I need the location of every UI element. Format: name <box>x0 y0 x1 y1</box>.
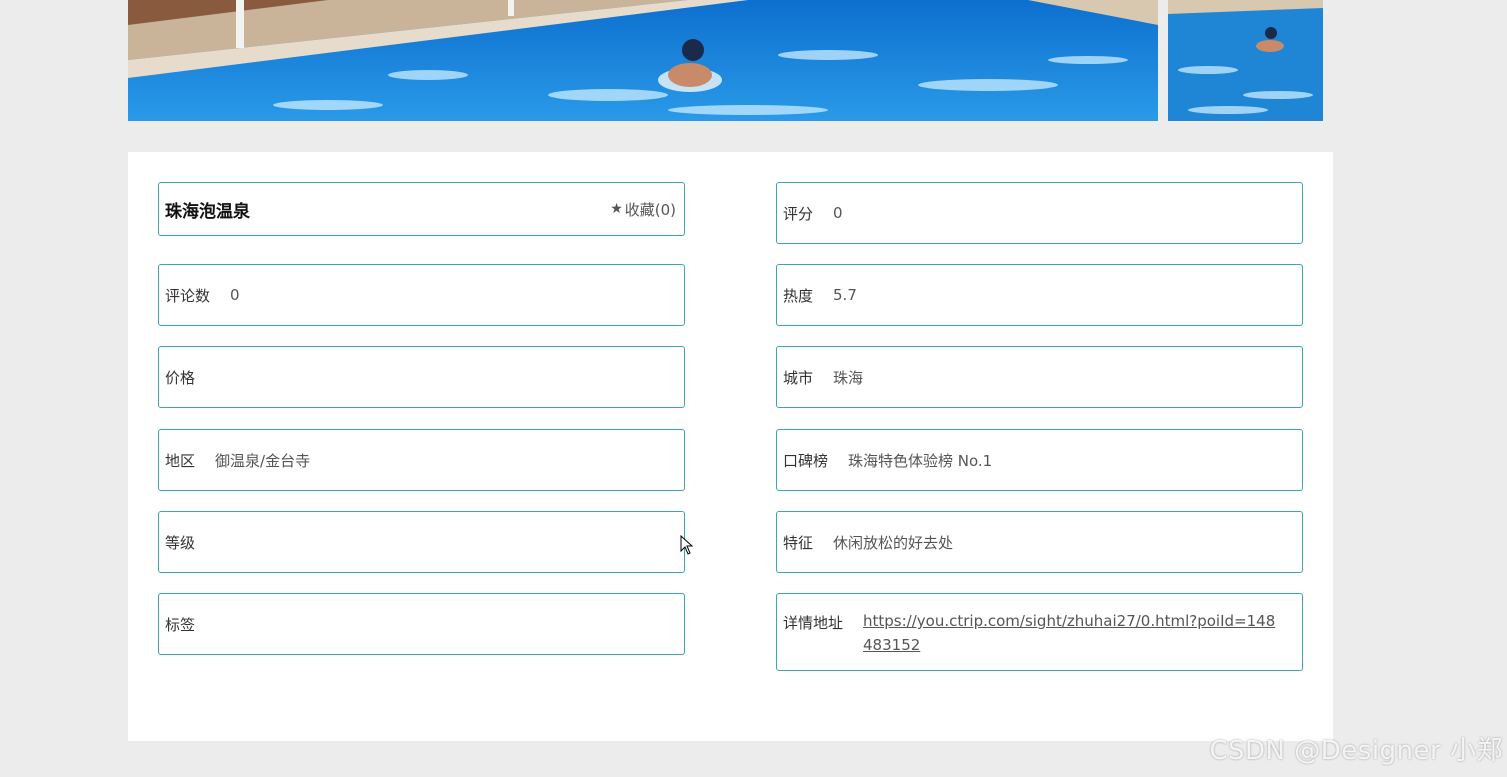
field-comment-count: 评论数 0 <box>158 264 685 326</box>
field-value: 休闲放松的好去处 <box>833 533 954 552</box>
field-label: 详情地址 <box>783 614 844 632</box>
field-district: 地区 御温泉/金台寺 <box>158 429 685 491</box>
pool-image <box>128 0 1158 121</box>
mouse-cursor-icon <box>680 535 694 555</box>
field-value: 0 <box>230 286 240 304</box>
field-label: 口碑榜 <box>783 451 829 470</box>
pool-photo-thumbnail[interactable] <box>1168 0 1323 121</box>
field-feature: 特征 休闲放松的好去处 <box>776 511 1303 573</box>
field-value: 珠海 <box>833 368 864 387</box>
star-icon: ★ <box>610 201 623 217</box>
field-detail-url: 详情地址 https://you.ctrip.com/sight/zhuhai2… <box>776 593 1303 671</box>
attraction-detail-panel: 珠海泡温泉 ★ 收藏(0) 评论数 0 价格 地区 御温泉/金台寺 等级 标签 … <box>128 152 1333 741</box>
field-label: 城市 <box>783 368 814 387</box>
field-grade: 等级 <box>158 511 685 573</box>
favorite-button[interactable]: ★ 收藏(0) <box>610 199 676 220</box>
field-rating: 评分 0 <box>776 182 1303 244</box>
pool-photo-main[interactable] <box>128 0 1158 121</box>
field-value: 5.7 <box>833 286 857 304</box>
favorite-label: 收藏(0) <box>624 200 676 219</box>
field-tags: 标签 <box>158 593 685 655</box>
detail-url-link[interactable]: https://you.ctrip.com/sight/zhuhai27/0.h… <box>863 609 1283 657</box>
field-label: 热度 <box>783 286 814 305</box>
field-city: 城市 珠海 <box>776 346 1303 408</box>
field-label: 等级 <box>165 533 196 552</box>
field-label: 特征 <box>783 533 814 552</box>
field-value: 珠海特色体验榜 No.1 <box>848 451 993 470</box>
field-popularity: 热度 5.7 <box>776 264 1303 326</box>
watermark: CSDN @Designer 小郑 <box>1209 736 1503 766</box>
field-label: 价格 <box>165 368 196 387</box>
field-ranking: 口碑榜 珠海特色体验榜 No.1 <box>776 429 1303 491</box>
field-value: 御温泉/金台寺 <box>215 451 311 470</box>
field-label: 评论数 <box>165 286 211 305</box>
field-label: 地区 <box>165 451 196 470</box>
field-value: 0 <box>833 204 843 222</box>
field-price: 价格 <box>158 346 685 408</box>
title-box: 珠海泡温泉 ★ 收藏(0) <box>158 182 685 236</box>
attraction-title: 珠海泡温泉 <box>165 201 250 222</box>
field-label: 评分 <box>783 204 814 223</box>
field-label: 标签 <box>165 615 196 634</box>
pool-thumbnail-image <box>1168 0 1323 121</box>
